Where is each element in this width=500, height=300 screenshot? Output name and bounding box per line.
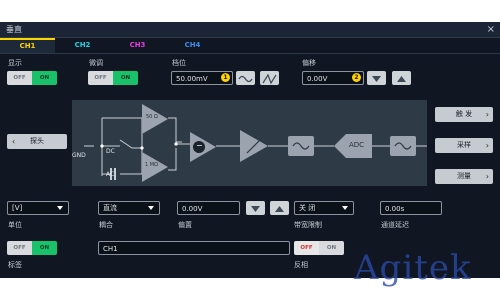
coupling-value: 直流 bbox=[103, 204, 117, 212]
unit-label: 单位 bbox=[8, 221, 22, 229]
bias-field[interactable]: 0.00V bbox=[177, 201, 240, 215]
bias-value: 0.00V bbox=[182, 205, 203, 213]
measure-label: 测量 bbox=[457, 172, 471, 180]
top-white-band bbox=[0, 0, 500, 22]
bandwidth-label: 带宽限制 bbox=[294, 221, 322, 229]
tab-divider bbox=[0, 53, 500, 54]
scale-value: 50.00mV bbox=[176, 75, 208, 83]
tag-toggle[interactable]: OFF ON bbox=[7, 241, 57, 255]
bias-up-button[interactable] bbox=[270, 201, 289, 215]
label-1mohm: 1 MΩ bbox=[145, 162, 158, 168]
trigger-label: 触 发 bbox=[455, 110, 473, 118]
bandwidth-select[interactable]: 关 闭 bbox=[294, 201, 354, 215]
chevron-down-icon bbox=[57, 206, 63, 210]
fine-label: 微调 bbox=[89, 59, 103, 67]
coupling-label: 耦合 bbox=[99, 221, 113, 229]
invert-label: 反相 bbox=[294, 261, 308, 269]
probe-button[interactable]: ‹ 探头 bbox=[7, 134, 67, 149]
node-input bbox=[100, 144, 104, 148]
triangle-up-icon bbox=[397, 76, 406, 82]
display-on[interactable]: ON bbox=[32, 71, 57, 85]
node-merge bbox=[174, 142, 178, 146]
triangle-down-icon bbox=[372, 76, 381, 82]
fine-wave-button[interactable] bbox=[260, 71, 279, 85]
chevron-right-icon: › bbox=[485, 172, 489, 181]
label-dc: DC bbox=[106, 148, 115, 155]
sine-wave-icon bbox=[238, 75, 253, 83]
ramp-wave-icon bbox=[262, 73, 277, 85]
wire-50ohm-out bbox=[168, 117, 182, 143]
tag-on[interactable]: ON bbox=[32, 241, 57, 255]
label-gnd: GND bbox=[72, 152, 86, 159]
label-adc: ADC bbox=[349, 141, 365, 149]
triangle-up-icon bbox=[275, 206, 284, 212]
bias-down-button[interactable] bbox=[246, 201, 265, 215]
chevron-down-icon bbox=[342, 206, 348, 210]
window-titlebar: 垂直 × bbox=[0, 22, 500, 38]
wire-ac-return bbox=[120, 148, 143, 175]
fine-on[interactable]: ON bbox=[113, 71, 138, 85]
offset-up-button[interactable] bbox=[392, 71, 411, 85]
delay-value: 0.00s bbox=[385, 205, 405, 213]
label-50ohm: 50 Ω bbox=[146, 114, 158, 120]
tab-ch1[interactable]: CH1 bbox=[0, 38, 55, 53]
signal-path-diagram: 50 Ω 1 MΩ GND DC AC − ADC bbox=[72, 100, 427, 186]
tab-ch3[interactable]: CH3 bbox=[110, 38, 165, 53]
display-toggle[interactable]: OFF ON bbox=[7, 71, 57, 85]
sample-label: 采样 bbox=[457, 141, 471, 149]
fine-off[interactable]: OFF bbox=[88, 71, 113, 85]
bandwidth-value: 关 闭 bbox=[299, 204, 316, 212]
tag-label: 标签 bbox=[8, 261, 22, 269]
coarse-wave-button[interactable] bbox=[236, 71, 255, 85]
close-icon[interactable]: × bbox=[487, 22, 495, 38]
chevron-right-icon: › bbox=[485, 110, 489, 119]
channel-tabs: CH1 CH2 CH3 CH4 bbox=[0, 38, 220, 53]
display-label: 显示 bbox=[8, 59, 22, 67]
chevron-right-icon: › bbox=[485, 141, 489, 150]
unit-value: [V] bbox=[12, 204, 23, 212]
measure-button[interactable]: 测量 › bbox=[435, 169, 493, 184]
fine-toggle[interactable]: OFF ON bbox=[88, 71, 138, 85]
probe-label: 探头 bbox=[30, 137, 44, 145]
invert-off[interactable]: OFF bbox=[294, 241, 319, 255]
knob-1-icon: 1 bbox=[221, 73, 230, 82]
chevron-left-icon: ‹ bbox=[12, 137, 16, 146]
bias-label: 偏置 bbox=[178, 221, 192, 229]
invert-toggle[interactable]: OFF ON bbox=[294, 241, 344, 255]
invert-on[interactable]: ON bbox=[319, 241, 344, 255]
triangle-down-icon bbox=[251, 206, 260, 212]
window-title: 垂直 bbox=[6, 25, 22, 34]
tag-text-field[interactable]: CH1 bbox=[98, 241, 290, 255]
capacitor-plate-b bbox=[114, 168, 116, 180]
knob-2-icon: 2 bbox=[352, 73, 361, 82]
sample-button[interactable]: 采样 › bbox=[435, 138, 493, 153]
chevron-down-icon bbox=[148, 206, 154, 210]
label-ac: AC bbox=[106, 171, 115, 178]
scale-label: 档位 bbox=[172, 59, 186, 67]
offset-down-button[interactable] bbox=[367, 71, 386, 85]
tag-off[interactable]: OFF bbox=[7, 241, 32, 255]
coupling-switch bbox=[119, 139, 142, 149]
trigger-button[interactable]: 触 发 › bbox=[435, 107, 493, 122]
node-split bbox=[140, 146, 144, 150]
delay-field[interactable]: 0.00s bbox=[380, 201, 442, 215]
wire-1mohm-out bbox=[168, 148, 177, 171]
agitek-watermark: Agitek bbox=[354, 248, 472, 288]
offset-label: 偏移 bbox=[302, 59, 316, 67]
tab-ch4[interactable]: CH4 bbox=[165, 38, 220, 53]
offset-value: 0.00V bbox=[307, 75, 328, 83]
tag-text-value: CH1 bbox=[103, 245, 118, 253]
unit-select[interactable]: [V] bbox=[7, 201, 69, 215]
coupling-select[interactable]: 直流 bbox=[98, 201, 160, 215]
label-minus: − bbox=[196, 141, 203, 150]
tab-ch2[interactable]: CH2 bbox=[55, 38, 110, 53]
delay-label: 通道延迟 bbox=[381, 221, 409, 229]
display-off[interactable]: OFF bbox=[7, 71, 32, 85]
